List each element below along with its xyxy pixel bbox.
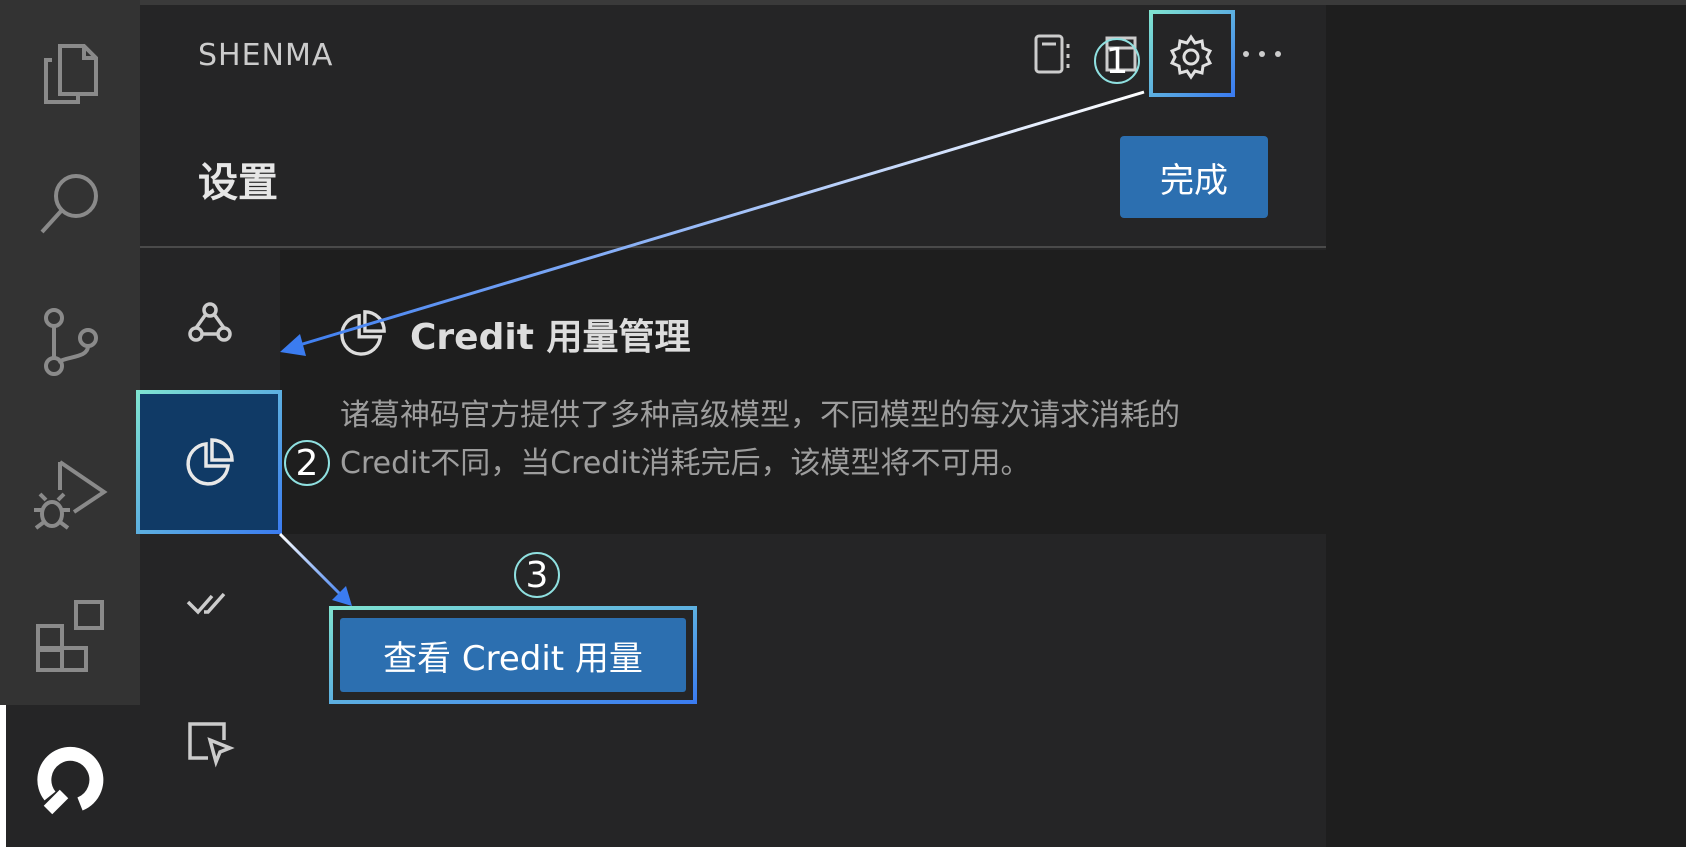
check-all-icon [186,592,226,615]
editor-area [1326,5,1686,847]
active-indicator [0,705,6,847]
done-button[interactable]: 完成 [1120,136,1268,218]
settings-title: 设置 [198,160,278,206]
more-icon[interactable] [1240,40,1284,68]
settings-nav-checks[interactable] [140,532,280,672]
step1-badge: 1 [1094,38,1140,84]
pie-chart-icon [186,438,234,486]
settings-nav-webhook[interactable] [140,252,280,392]
settings-nav-credit[interactable] [140,392,280,532]
extensions-icon[interactable] [28,592,112,676]
activity-bar [0,0,140,847]
credit-description: 诸葛神码官方提供了多种高级模型，不同模型的每次请求消耗的Credit不同，当Cr… [340,398,1180,481]
header-divider [140,246,1326,248]
run-debug-icon[interactable] [28,450,112,534]
pointer-select-icon [188,722,235,768]
pie-chart-icon [338,308,388,358]
search-icon[interactable] [28,160,112,244]
step3-badge: 3 [514,552,560,598]
credit-title: Credit 用量管理 [410,317,691,358]
app-window: SHENMA 设置 完成 Credit 用量管理 诸葛神码官方提供了多种高级模型… [0,0,1686,847]
gear-icon[interactable] [1166,32,1216,82]
notebook-icon[interactable] [1030,32,1074,76]
settings-nav-select[interactable] [140,672,280,812]
webhook-icon [188,302,232,342]
panel-title: SHENMA [198,38,334,73]
files-icon[interactable] [28,30,112,114]
source-control-icon[interactable] [28,300,112,384]
view-credit-usage-button[interactable]: 查看 Credit 用量 [340,618,686,692]
shenma-logo-icon[interactable] [28,736,112,820]
step2-badge: 2 [284,440,330,486]
